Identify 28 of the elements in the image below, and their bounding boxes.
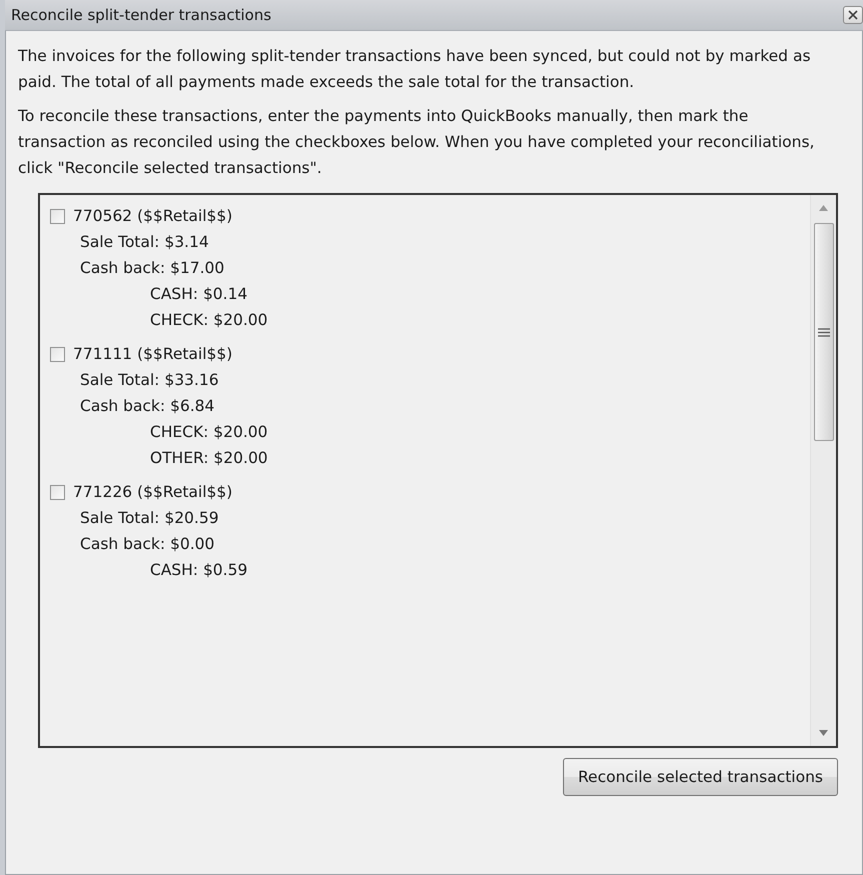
scroll-thumb[interactable] [814,223,834,441]
payment-text: CASH: $0.14 [149,284,248,305]
checkbox[interactable] [50,208,65,224]
transaction-title: 771226 ($$Retail$$) [73,482,232,503]
sale-total-text: Sale Total: $33.16 [79,370,220,391]
cash-back-text: Cash back: $0.00 [79,534,216,555]
close-icon [848,10,858,20]
checkbox[interactable] [50,484,65,500]
cash-back-text: Cash back: $6.84 [79,396,216,417]
payment-text: CHECK: $20.00 [149,422,269,443]
payment-text: CHECK: $20.00 [149,310,269,331]
scroll-up-icon[interactable] [819,205,828,211]
scroll-down-icon[interactable] [819,730,828,736]
reconcile-button[interactable]: Reconcile selected transactions [562,758,838,796]
checkbox[interactable] [50,346,65,362]
cash-back-text: Cash back: $17.00 [79,258,226,279]
transaction-title: 771111 ($$Retail$$) [73,344,232,365]
transaction-title: 770562 ($$Retail$$) [73,206,232,227]
window-title: Reconcile split-tender transactions [11,6,272,24]
sale-total-text: Sale Total: $3.14 [79,232,210,253]
instruction-text: The invoices for the following split-tender transactions have been synced, but could not by marked as paid. The total of all payments made exceeds the sale total for the transaction. [18,46,812,93]
payment-text: OTHER: $20.00 [149,448,269,469]
scrollbar[interactable] [810,195,836,746]
close-button[interactable] [843,6,863,24]
grip-icon [818,328,830,336]
instruction-text: To reconcile these transactions, enter the payments into QuickBooks manually, then mark the transaction as reconciled using the checkboxes below. When you have completed your reconciliations, click "Reconcile selected transactions". [18,106,816,179]
sale-total-text: Sale Total: $20.59 [79,508,220,529]
payment-text: CASH: $0.59 [149,560,248,581]
